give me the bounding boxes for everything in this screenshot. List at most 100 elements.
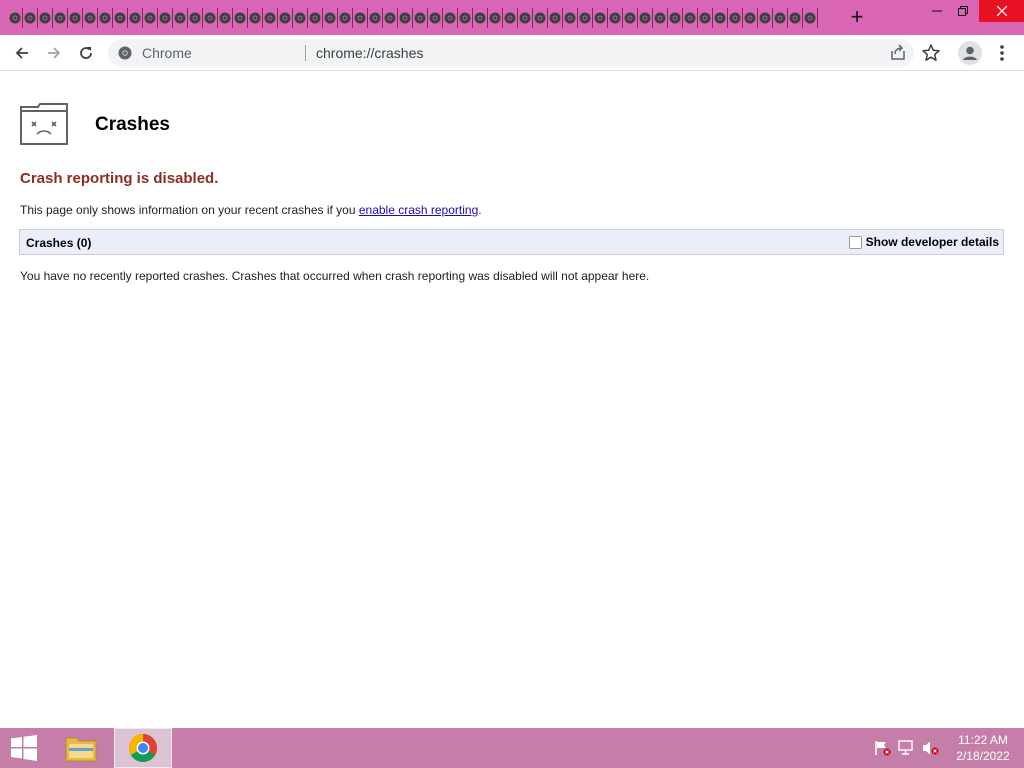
browser-tab[interactable]: [248, 8, 263, 28]
url-text[interactable]: chrome://crashes: [316, 45, 423, 61]
browser-tab[interactable]: [803, 8, 818, 28]
volume-muted-icon[interactable]: [922, 740, 940, 756]
action-center-flag-icon[interactable]: [874, 740, 892, 756]
omnibox-divider: [305, 45, 306, 61]
chrome-tab-favicon-icon: [714, 12, 726, 24]
developer-details-checkbox[interactable]: [848, 235, 862, 249]
browser-tab[interactable]: [68, 8, 83, 28]
browser-tab[interactable]: [323, 8, 338, 28]
close-icon: [996, 6, 1007, 16]
new-tab-button[interactable]: +: [846, 6, 868, 28]
browser-tab[interactable]: [698, 8, 713, 28]
browser-tab[interactable]: [218, 8, 233, 28]
browser-tab[interactable]: [713, 8, 728, 28]
browser-tab[interactable]: [368, 8, 383, 28]
browser-tab[interactable]: [203, 8, 218, 28]
clock-date: 2/18/2022: [956, 749, 1010, 763]
browser-tab[interactable]: [263, 8, 278, 28]
chrome-tab-favicon-icon: [264, 12, 276, 24]
chrome-site-icon: [118, 46, 132, 60]
browser-tab[interactable]: [548, 8, 563, 28]
browser-tab[interactable]: [413, 8, 428, 28]
chrome-tab-favicon-icon: [324, 12, 336, 24]
site-chip: Chrome: [142, 45, 192, 61]
browser-tab[interactable]: [443, 8, 458, 28]
bookmark-star-icon[interactable]: [921, 43, 941, 63]
info-text-body: This page only shows information on your…: [20, 203, 359, 217]
taskbar-chrome[interactable]: [114, 728, 172, 768]
enable-crash-reporting-link[interactable]: enable crash reporting: [359, 203, 478, 217]
taskbar-file-explorer[interactable]: [52, 728, 110, 768]
chrome-tab-favicon-icon: [189, 12, 201, 24]
browser-tab[interactable]: [83, 8, 98, 28]
browser-tab[interactable]: [398, 8, 413, 28]
browser-tab[interactable]: [53, 8, 68, 28]
share-icon[interactable]: [889, 44, 907, 62]
browser-tab[interactable]: [653, 8, 668, 28]
restore-button[interactable]: [946, 0, 980, 22]
more-menu-icon[interactable]: [994, 41, 1010, 65]
chrome-tab-favicon-icon: [414, 12, 426, 24]
forward-button[interactable]: [40, 39, 68, 67]
browser-tab[interactable]: [608, 8, 623, 28]
browser-tab[interactable]: [98, 8, 113, 28]
chrome-tab-favicon-icon: [69, 12, 81, 24]
close-window-button[interactable]: [979, 0, 1024, 22]
browser-tab[interactable]: [143, 8, 158, 28]
browser-tab[interactable]: [593, 8, 608, 28]
start-button[interactable]: [0, 728, 48, 768]
chrome-tab-favicon-icon: [369, 12, 381, 24]
browser-tab[interactable]: [758, 8, 773, 28]
chrome-tab-favicon-icon: [234, 12, 246, 24]
browser-tab[interactable]: [743, 8, 758, 28]
browser-tab[interactable]: [158, 8, 173, 28]
browser-tab[interactable]: [8, 8, 23, 28]
browser-tab[interactable]: [173, 8, 188, 28]
browser-tab[interactable]: [533, 8, 548, 28]
browser-tab[interactable]: [503, 8, 518, 28]
browser-tab[interactable]: [383, 8, 398, 28]
browser-tab[interactable]: [623, 8, 638, 28]
browser-tab[interactable]: [683, 8, 698, 28]
chrome-tab-favicon-icon: [699, 12, 711, 24]
browser-tab[interactable]: [128, 8, 143, 28]
browser-tab[interactable]: [473, 8, 488, 28]
browser-tab[interactable]: [788, 8, 803, 28]
info-text-suffix: .: [478, 203, 482, 217]
chrome-tab-favicon-icon: [459, 12, 471, 24]
chrome-tab-favicon-icon: [309, 12, 321, 24]
browser-tab[interactable]: [113, 8, 128, 28]
reload-button[interactable]: [72, 39, 100, 67]
browser-tab[interactable]: [278, 8, 293, 28]
browser-tab[interactable]: [308, 8, 323, 28]
browser-tab[interactable]: [518, 8, 533, 28]
browser-tab[interactable]: [188, 8, 203, 28]
show-developer-details-toggle[interactable]: Show developer details: [848, 235, 999, 249]
browser-tab[interactable]: [23, 8, 38, 28]
browser-tab[interactable]: [293, 8, 308, 28]
browser-tab[interactable]: [338, 8, 353, 28]
address-bar[interactable]: Chrome chrome://crashes: [108, 39, 940, 67]
tab-list: [8, 8, 820, 28]
browser-tab[interactable]: [488, 8, 503, 28]
browser-tab[interactable]: [353, 8, 368, 28]
chrome-tab-favicon-icon: [669, 12, 681, 24]
network-icon[interactable]: [898, 740, 916, 756]
chrome-tab-favicon-icon: [174, 12, 186, 24]
browser-tab[interactable]: [458, 8, 473, 28]
browser-tab[interactable]: [638, 8, 653, 28]
browser-tab[interactable]: [38, 8, 53, 28]
browser-tab[interactable]: [428, 8, 443, 28]
system-clock[interactable]: 11:22 AM 2/18/2022: [948, 732, 1018, 764]
browser-tab[interactable]: [668, 8, 683, 28]
browser-tab[interactable]: [233, 8, 248, 28]
browser-tab[interactable]: [563, 8, 578, 28]
sad-folder-icon: [20, 103, 68, 145]
profile-avatar-icon[interactable]: [958, 41, 982, 65]
browser-tab[interactable]: [578, 8, 593, 28]
browser-tab[interactable]: [728, 8, 743, 28]
back-button[interactable]: [8, 39, 36, 67]
folder-icon: [65, 737, 97, 762]
windows-taskbar: 11:22 AM 2/18/2022: [0, 728, 1024, 768]
browser-tab[interactable]: [773, 8, 788, 28]
